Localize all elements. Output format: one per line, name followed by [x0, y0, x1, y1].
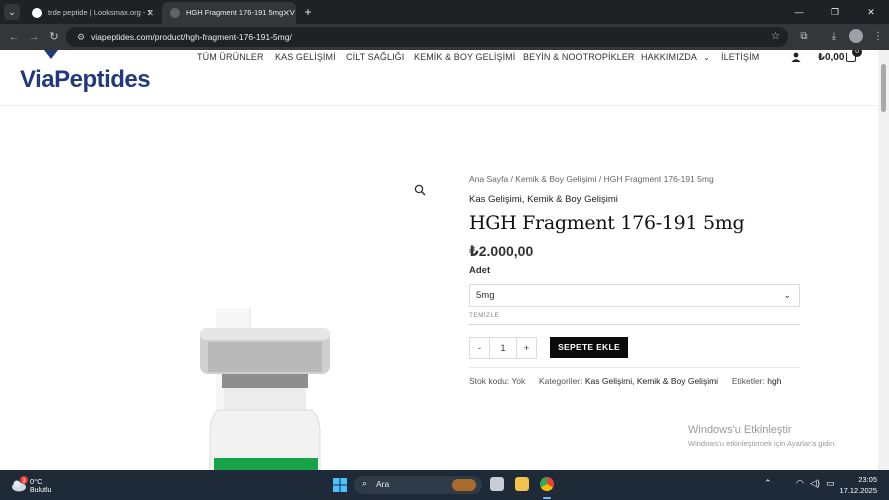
back-arrow-icon[interactable]: ←: [6, 29, 22, 45]
close-icon[interactable]: ✕: [282, 2, 290, 24]
browser-toolbar: ← → ↻ ⚙ viapeptides.com/product/hgh-frag…: [0, 24, 889, 50]
windows-taskbar: 3 0°C Bulutlu ⌕ Ara ⌃ ◠ ◁) ▭ 23:05 17.12…: [0, 470, 889, 500]
qty-minus-button[interactable]: -: [470, 338, 490, 358]
windows-start-icon[interactable]: [333, 478, 347, 492]
site-logo[interactable]: ViaPeptides: [20, 66, 151, 94]
logo-mark-icon: [44, 50, 58, 59]
taskbar-search[interactable]: ⌕ Ara: [354, 476, 482, 494]
wifi-icon[interactable]: ◠: [796, 478, 804, 489]
tab-search-button[interactable]: ⌄: [4, 4, 20, 20]
nav-iletisim[interactable]: İLETİŞİM: [721, 52, 759, 62]
browser-tab-bar: ⌄ trde peptide | Looksmax.org - T ✕ HGH …: [0, 0, 889, 24]
product-categories[interactable]: Kas Gelişimi, Kemik & Boy Gelişimi: [469, 194, 618, 205]
file-explorer-icon[interactable]: [515, 477, 529, 491]
windows-activation-watermark: Windows'u Etkinleştir Windows'u etkinleş…: [688, 424, 836, 448]
qty-input[interactable]: 1: [490, 338, 516, 358]
bookmark-star-icon[interactable]: ☆: [771, 30, 780, 44]
nav-beyin-nootropik[interactable]: BEYİN & NOOTROPİKLER: [523, 52, 635, 62]
chevron-down-icon: ⌄: [703, 53, 710, 62]
restore-icon[interactable]: ❐: [817, 0, 853, 24]
quantity-stepper: - 1 +: [469, 337, 537, 359]
page-favicon-icon: [170, 8, 180, 18]
user-account-icon[interactable]: [791, 52, 801, 62]
battery-icon[interactable]: ▭: [826, 478, 835, 489]
new-tab-button[interactable]: +: [300, 2, 316, 22]
close-window-icon[interactable]: ✕: [853, 0, 889, 24]
tab-title: trde peptide | Looksmax.org - T: [48, 8, 152, 17]
product-title: HGH Fragment 176-191 5mg: [469, 212, 745, 234]
categories-label: Kategoriler:: [539, 376, 583, 386]
address-bar[interactable]: ⚙ viapeptides.com/product/hgh-fragment-1…: [66, 27, 788, 47]
product-image[interactable]: [188, 308, 348, 470]
categories-links[interactable]: Kas Gelişimi, Kemik & Boy Gelişimi: [585, 376, 718, 386]
search-highlight-image: [452, 479, 476, 491]
close-icon[interactable]: ✕: [146, 2, 154, 24]
tag-link-hgh[interactable]: hgh: [767, 376, 781, 386]
scrollbar-thumb[interactable]: [881, 64, 886, 112]
reload-icon[interactable]: ↻: [46, 29, 62, 45]
menu-kebab-icon[interactable]: ⋮: [870, 29, 886, 45]
tab-looksmax[interactable]: trde peptide | Looksmax.org - T ✕: [24, 2, 160, 24]
nav-tum-urunler[interactable]: TÜM ÜRÜNLER: [197, 52, 264, 62]
nav-kemik-boy[interactable]: KEMİK & BOY GELİŞİMİ: [414, 52, 515, 62]
looksmax-favicon-icon: [32, 8, 42, 18]
site-info-icon[interactable]: ⚙: [74, 30, 88, 44]
product-price: ₺2.000,00: [469, 243, 534, 259]
extensions-icon[interactable]: ⧉: [796, 29, 812, 45]
tab-hgh-fragment[interactable]: HGH Fragment 176-191 5mg - V ✕: [162, 2, 296, 24]
cart-count-badge: 0: [852, 50, 862, 57]
meta-divider: [469, 367, 800, 368]
nav-hakkimizda[interactable]: HAKKIMIZDA ⌄: [641, 52, 710, 62]
forward-arrow-icon[interactable]: →: [26, 29, 42, 45]
nav-kas-gelisimi[interactable]: KAS GELİŞİMİ: [275, 52, 336, 62]
weather-temp: 0°C: [30, 477, 43, 486]
qty-plus-button[interactable]: +: [516, 338, 536, 358]
breadcrumb[interactable]: Ana Sayfa / Kemik & Boy Gelişimi / HGH F…: [469, 174, 714, 184]
cloud-weather-icon[interactable]: 3: [10, 476, 28, 494]
url-text[interactable]: viapeptides.com/product/hgh-fragment-176…: [91, 27, 292, 47]
nav-hakkimizda-label: HAKKIMIZDA: [641, 52, 697, 62]
search-placeholder: Ara: [376, 479, 390, 489]
variant-divider: [469, 324, 800, 325]
weather-condition: Bulutlu: [30, 487, 52, 494]
tab-title: HGH Fragment 176-191 5mg - V: [186, 8, 295, 17]
minimize-icon[interactable]: —: [781, 0, 817, 24]
profile-avatar[interactable]: [849, 29, 863, 43]
volume-icon[interactable]: ◁): [810, 478, 820, 489]
sku-label: Stok kodu:: [469, 376, 510, 386]
tags-label: Etiketler:: [731, 376, 765, 386]
page-scrollbar[interactable]: [878, 50, 889, 470]
download-icon[interactable]: ⤓: [826, 29, 842, 45]
active-app-indicator: [543, 497, 551, 499]
product-meta: Stok kodu: Yok Kategoriler: Kas Gelişimi…: [469, 376, 781, 386]
watermark-subtitle: Windows'u etkinleştirmek için Ayarlar'a …: [688, 439, 837, 448]
page-content: ViaPeptides TÜM ÜRÜNLER KAS GELİŞİMİ CİL…: [0, 50, 878, 470]
clock-time[interactable]: 23:05: [844, 475, 877, 484]
variant-selected-value: 5mg: [476, 290, 495, 301]
quantity-variant-label: Adet: [469, 265, 491, 276]
chrome-icon[interactable]: [540, 477, 554, 491]
tray-chevron-up-icon[interactable]: ⌃: [764, 478, 772, 489]
chevron-down-icon: ⌄: [783, 290, 791, 300]
nav-cilt-sagligi[interactable]: CİLT SAĞLIĞI: [346, 52, 404, 62]
sku-value: Yok: [511, 376, 526, 386]
clock-date[interactable]: 17.12.2025: [838, 486, 877, 495]
task-view-icon[interactable]: [490, 477, 504, 491]
search-icon: ⌕: [362, 478, 368, 488]
clear-variant-link[interactable]: TEMİZLE: [469, 312, 499, 319]
add-to-cart-button[interactable]: SEPETE EKLE: [550, 337, 628, 358]
zoom-magnifier-icon[interactable]: [414, 184, 426, 196]
watermark-title: Windows'u Etkinleştir: [688, 424, 792, 436]
variant-select[interactable]: 5mg ⌄: [469, 284, 800, 307]
header-divider: [0, 105, 878, 106]
cart-total[interactable]: ₺0,00: [818, 52, 844, 63]
